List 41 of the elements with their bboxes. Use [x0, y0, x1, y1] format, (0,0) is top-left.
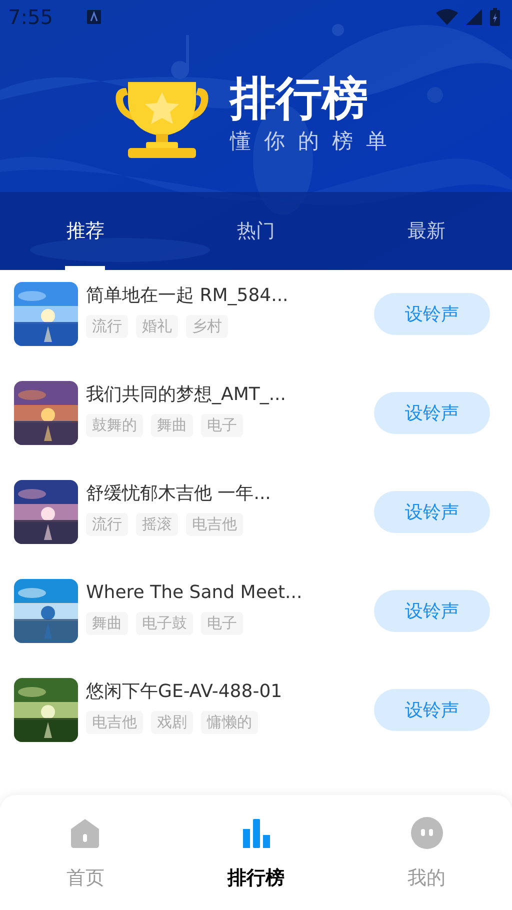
song-title: 我们共同的梦想_AMT_...: [86, 383, 288, 407]
battery-icon: [490, 8, 500, 26]
genre-tag: 流行: [86, 315, 128, 338]
genre-tag: 电子: [201, 612, 243, 635]
bar-chart-icon[interactable]: [240, 817, 272, 849]
set-ringtone-button[interactable]: 设铃声: [374, 689, 490, 731]
genre-tag: 电吉他: [86, 711, 143, 734]
tab[interactable]: 热门: [170, 192, 342, 270]
genre-tag: 鼓舞的: [86, 414, 143, 437]
tab[interactable]: 推荐: [0, 192, 171, 270]
home-icon[interactable]: [69, 817, 102, 849]
genre-tag: 舞曲: [86, 612, 128, 635]
header-title: 排行榜: [230, 70, 368, 126]
set-ringtone-button[interactable]: 设铃声: [374, 590, 490, 632]
genre-tag: 婚礼: [136, 315, 178, 338]
tab[interactable]: 最新: [341, 192, 512, 270]
song-title: 简单地在一起 RM_584...: [86, 284, 290, 308]
nav-label[interactable]: 我的: [408, 865, 446, 891]
genre-tag: 慵懒的: [201, 711, 258, 734]
nav-label[interactable]: 首页: [66, 865, 104, 891]
genre-tag: 乡村: [186, 315, 228, 338]
genre-tag: 电子鼓: [136, 612, 193, 635]
genre-tag: 摇滚: [136, 513, 178, 536]
set-ringtone-button[interactable]: 设铃声: [374, 392, 490, 434]
genre-tag: 电子: [201, 414, 243, 437]
notification-icon: [86, 10, 101, 24]
genre-tag: 电吉他: [186, 513, 243, 536]
genre-tag: 流行: [86, 513, 128, 536]
wifi-icon: [436, 9, 458, 25]
song-title: 悠闲下午GE-AV-488-01: [86, 680, 284, 704]
status-time: 7:55: [8, 5, 53, 29]
set-ringtone-button[interactable]: 设铃声: [374, 491, 490, 533]
tab-indicator: [65, 266, 106, 270]
genre-tag: 戏剧: [151, 711, 193, 734]
header-subtitle: 懂你的榜单: [230, 128, 400, 155]
set-ringtone-button[interactable]: 设铃声: [374, 293, 490, 335]
face-icon[interactable]: [410, 817, 443, 849]
song-title: Where The Sand Meet...: [86, 581, 304, 605]
nav-label[interactable]: 排行榜: [228, 865, 284, 891]
song-title: 舒缓忧郁木吉他 一年...: [86, 482, 272, 506]
genre-tag: 舞曲: [151, 414, 193, 437]
